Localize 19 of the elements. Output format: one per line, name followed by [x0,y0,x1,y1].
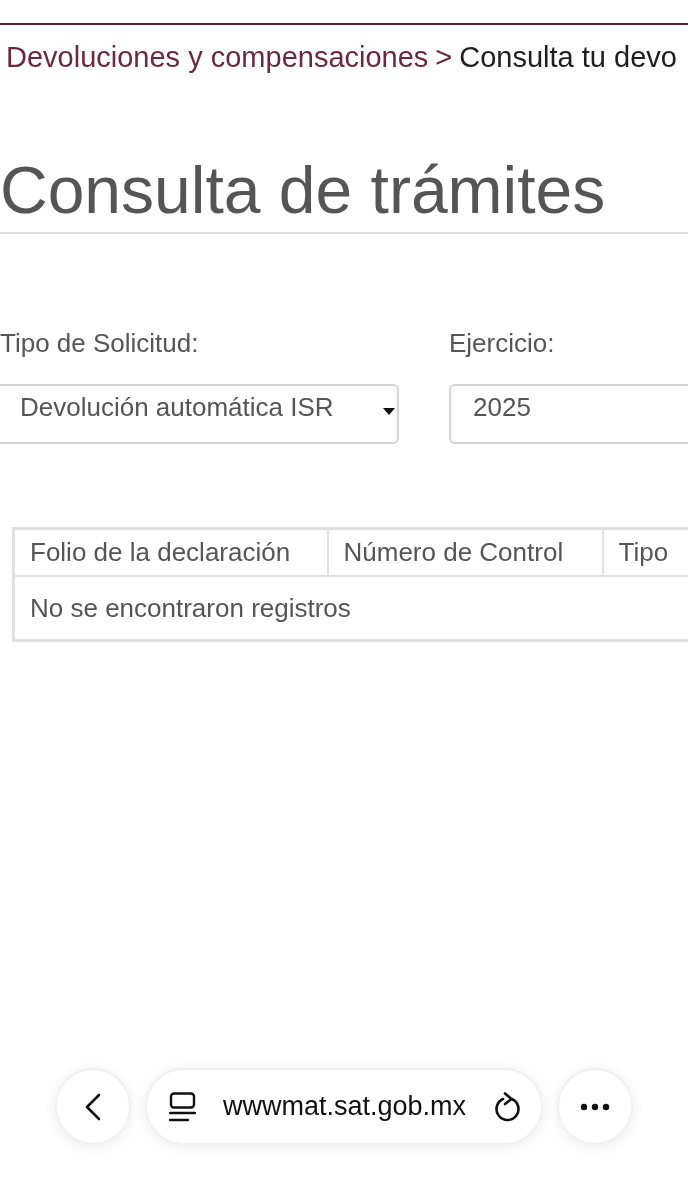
column-header: Tipo [602,528,688,576]
page-title: Consulta de trámites [0,152,606,228]
breadcrumb-current: Consulta tu devo [459,40,677,75]
ellipsis-icon [580,1102,610,1111]
caret-icon [383,408,395,415]
field-label: Tipo de Solicitud: [0,328,199,358]
chevron-left-icon [85,1092,101,1121]
reload-icon[interactable] [494,1091,522,1122]
breadcrumb-link[interactable]: Devoluciones y compensaciones [6,37,429,77]
input-field[interactable]: 2025 [449,384,688,444]
empty-message: No se encontraron registros [13,576,688,641]
url-text[interactable]: wwwmat.sat.gob.mx [223,1091,467,1122]
address-bar[interactable]: wwwmat.sat.gob.mx [145,1068,543,1145]
breadcrumb-separator: > [435,40,453,75]
column-header: Número de Control [327,528,603,576]
field-label: Ejercicio: [449,328,555,358]
column-header: Folio de la declaración [13,528,328,576]
select-field[interactable]: Devolución automática ISR [0,384,399,444]
page-icon[interactable] [169,1091,196,1122]
